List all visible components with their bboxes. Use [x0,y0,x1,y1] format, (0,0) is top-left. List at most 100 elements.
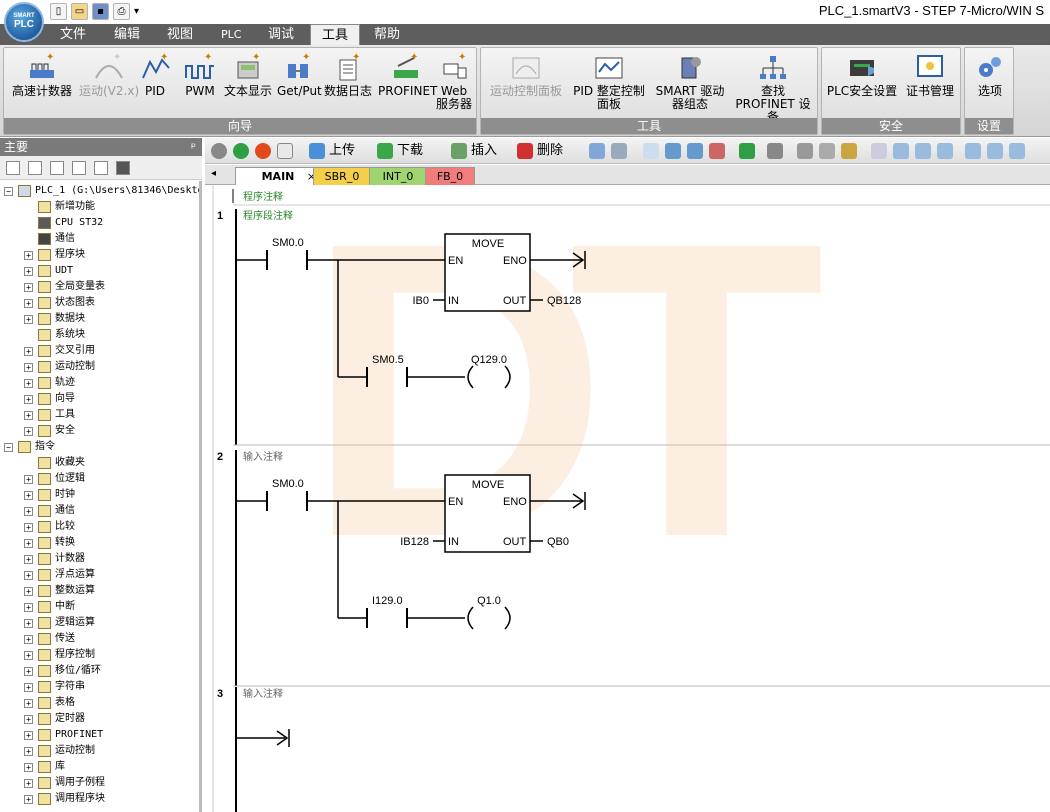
pin-icon[interactable]: ᵖ [191,138,196,156]
expand-toggle-icon[interactable]: + [24,779,33,788]
certificate-management-button[interactable]: 证书管理 [902,52,958,98]
expand-toggle-icon[interactable]: + [24,539,33,548]
tree-node-item[interactable]: + 数据块 [0,311,199,327]
tree-node-instruction[interactable]: + 调用程序块 [0,791,199,807]
tree-node-instruction[interactable]: + 移位/循环 [0,663,199,679]
panel-tool-icon[interactable] [72,161,86,175]
check-icon[interactable] [277,143,293,159]
tree-node-item[interactable]: + UDT [0,263,199,279]
tree-node-instruction[interactable]: + 运动控制 [0,743,199,759]
tree-node-instruction[interactable]: + 中断 [0,599,199,615]
tab-main[interactable]: MAIN × [235,167,321,185]
tree-node-instruction[interactable]: + 浮点运算 [0,567,199,583]
expand-toggle-icon[interactable]: − [4,187,13,196]
tree-node-item[interactable]: + 全局变量表 [0,279,199,295]
toolbar-icon[interactable] [767,143,783,159]
new-file-icon[interactable]: ▯ [50,3,67,20]
ladder-branch-icon[interactable] [871,143,887,159]
expand-toggle-icon[interactable]: + [24,299,33,308]
tree-node-instruction[interactable]: + PROFINET [0,727,199,743]
tree-node-item[interactable]: + 状态图表 [0,295,199,311]
tree-node-instruction[interactable]: + 计数器 [0,551,199,567]
panel-tool-icon[interactable] [94,161,108,175]
web-server-button[interactable]: ✦ Web 服务器 [434,52,474,111]
tree-node-item[interactable]: + 程序块 [0,247,199,263]
open-folder-icon[interactable]: ▭ [71,3,88,20]
lock-icon[interactable] [797,143,813,159]
tree-node-instructions[interactable]: − 指令 [0,439,199,455]
menu-tools[interactable]: 工具 [310,24,360,46]
contact-icon[interactable] [965,143,981,159]
text-display-button[interactable]: ✦ 文本显示 [222,52,274,98]
menu-help[interactable]: 帮助 [368,24,406,45]
tree-node-instruction[interactable]: + 比较 [0,519,199,535]
data-log-button[interactable]: ✦ 数据日志 [322,52,374,98]
expand-toggle-icon[interactable]: + [24,587,33,596]
expand-toggle-icon[interactable]: + [24,363,33,372]
motion-panel-button[interactable]: 运动控制面板 [485,52,567,98]
tree-node-instruction[interactable]: + 库 [0,759,199,775]
expand-toggle-icon[interactable]: + [24,475,33,484]
toolbar-icon[interactable] [739,143,755,159]
toolbar-icon[interactable] [643,143,659,159]
expand-toggle-icon[interactable]: + [24,347,33,356]
get-put-button[interactable]: ✦ Get/Put [277,52,322,98]
tree-node-item[interactable]: + 运动控制 [0,359,199,375]
panel-tool-icon[interactable] [28,161,42,175]
expand-toggle-icon[interactable]: + [24,571,33,580]
print-icon[interactable]: ⎙ [113,3,130,20]
expand-toggle-icon[interactable]: + [24,619,33,628]
toolbar-icon[interactable] [687,143,703,159]
ladder-up-icon[interactable] [915,143,931,159]
lock-icon[interactable] [819,143,835,159]
menu-edit[interactable]: 编辑 [108,24,146,45]
stop-icon[interactable] [255,143,271,159]
tree-node-item[interactable]: CPU ST32 [0,215,199,231]
smart-drive-config-button[interactable]: SMART 驱动器组态 [651,52,729,111]
expand-toggle-icon[interactable]: + [24,747,33,756]
panel-tool-icon[interactable] [50,161,64,175]
toolbar-icon[interactable] [589,143,605,159]
app-logo[interactable]: SMART PLC [4,2,44,42]
expand-toggle-icon[interactable]: + [24,603,33,612]
tree-node-instruction[interactable]: + 位逻辑 [0,471,199,487]
tree-node-item[interactable]: + 轨迹 [0,375,199,391]
monitor-icon[interactable] [116,161,130,175]
lock-icon[interactable] [841,143,857,159]
expand-toggle-icon[interactable]: + [24,507,33,516]
expand-toggle-icon[interactable]: + [24,651,33,660]
toolbar-icon[interactable] [709,143,725,159]
tree-node-instruction[interactable]: + 逻辑运算 [0,615,199,631]
qat-dropdown-icon[interactable]: ▾ [134,3,144,20]
upload-button[interactable]: 上传 [329,143,355,159]
expand-toggle-icon[interactable]: + [24,395,33,404]
insert-button[interactable]: 插入 [471,143,497,159]
download-button[interactable]: 下载 [397,143,423,159]
tree-node-item[interactable]: 新增功能 [0,199,199,215]
tree-node-item[interactable]: + 安全 [0,423,199,439]
tab-int0[interactable]: INT_0 [369,167,427,185]
hsc-wizard-button[interactable]: ✦ 高速计数器 [9,52,75,98]
expand-toggle-icon[interactable]: + [24,795,33,804]
ladder-down-icon[interactable] [893,143,909,159]
menu-file[interactable]: 文件 [54,24,92,45]
tab-scroll-left-icon[interactable]: ◂ [211,168,216,179]
tree-node-instruction[interactable]: + 表格 [0,695,199,711]
expand-toggle-icon[interactable]: + [24,763,33,772]
tree-node-instruction[interactable]: + 传送 [0,631,199,647]
tree-node-project[interactable]: − PLC_1 (G:\Users\81346\Desktop [0,183,199,199]
menu-debug[interactable]: 调试 [262,24,300,45]
tree-node-instruction[interactable]: + 转换 [0,535,199,551]
expand-toggle-icon[interactable]: + [24,379,33,388]
expand-toggle-icon[interactable]: + [24,427,33,436]
tree-node-instruction[interactable]: + 字符串 [0,679,199,695]
insert-icon[interactable] [451,143,467,159]
profinet-wizard-button[interactable]: ✦ PROFINET [378,52,437,98]
expand-toggle-icon[interactable]: + [24,283,33,292]
panel-tool-icon[interactable] [6,161,20,175]
tree-node-instruction[interactable]: 收藏夹 [0,455,199,471]
tree-node-item[interactable]: 通信 [0,231,199,247]
expand-toggle-icon[interactable]: + [24,635,33,644]
tree-node-item[interactable]: + 交叉引用 [0,343,199,359]
expand-toggle-icon[interactable]: + [24,715,33,724]
